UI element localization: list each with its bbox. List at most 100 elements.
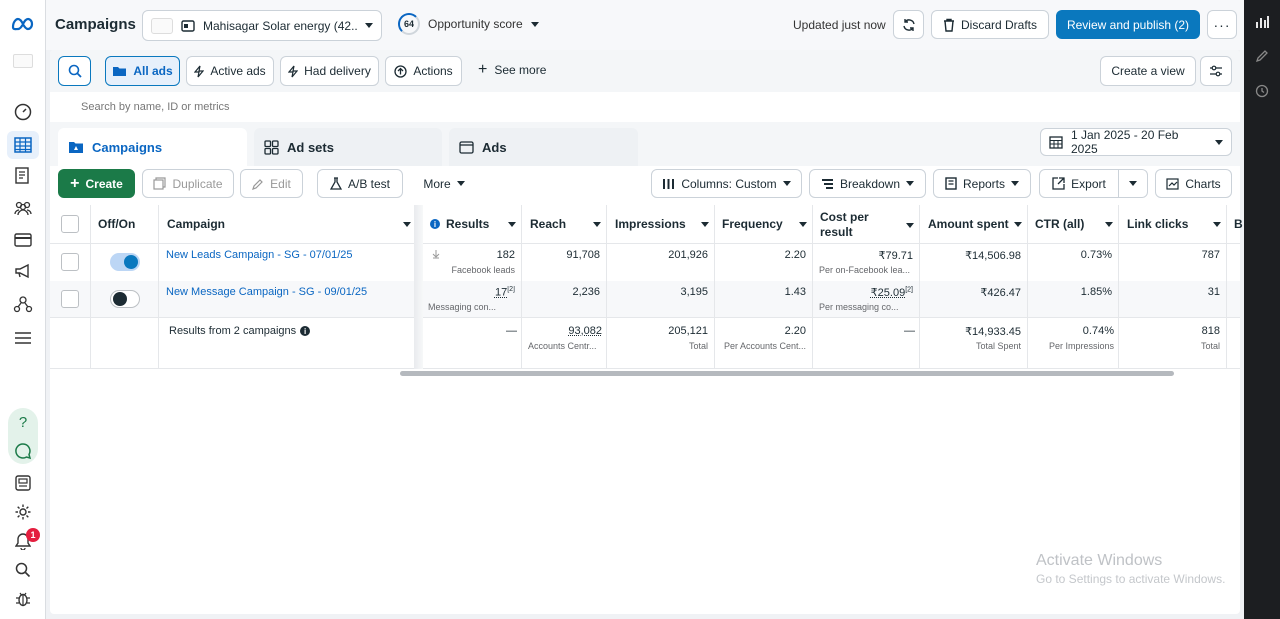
tab-campaigns-label: Campaigns	[92, 139, 163, 155]
billing-card-icon[interactable]	[7, 226, 39, 254]
export-options-button[interactable]	[1118, 169, 1148, 198]
discard-drafts-button[interactable]: Discard Drafts	[931, 10, 1049, 39]
columns-label: Columns: Custom	[681, 176, 777, 191]
horizontal-scrollbar[interactable]	[400, 371, 1174, 376]
header-amount-spent[interactable]: Amount spent	[928, 217, 1022, 231]
account-name: Mahisagar Solar energy (42...	[203, 18, 357, 33]
reports-label: Reports	[962, 176, 1006, 191]
header-ctr[interactable]: CTR (all)	[1035, 217, 1113, 231]
totals-ctr-type: Per Impressions	[1048, 341, 1114, 351]
header-results-label: Results	[446, 217, 490, 231]
campaign-name-link[interactable]: New Message Campaign - SG - 09/01/25	[166, 286, 367, 298]
row-frequency: 2.20	[784, 249, 806, 261]
export-button[interactable]: Export	[1039, 169, 1119, 198]
history-clock-icon[interactable]	[1254, 83, 1270, 99]
breakdown-button[interactable]: Breakdown	[809, 169, 926, 198]
row-cost-note: [2]	[905, 286, 913, 294]
ab-test-button[interactable]: A/B test	[317, 169, 403, 198]
totals-impressions-type: Total	[688, 341, 708, 351]
more-button[interactable]: More	[412, 169, 476, 198]
more-dots-icon: ···	[1213, 16, 1231, 33]
header-impressions-label: Impressions	[615, 217, 686, 231]
search-input[interactable]	[58, 93, 1231, 121]
opportunity-score[interactable]: 64 Opportunity score	[398, 13, 539, 35]
report-bug-icon[interactable]	[7, 585, 39, 613]
date-range-picker[interactable]: 1 Jan 2025 - 20 Feb 2025	[1040, 128, 1232, 156]
row-checkbox[interactable]	[61, 253, 79, 271]
opportunity-score-label: Opportunity score	[428, 17, 523, 31]
header-results[interactable]: i Results	[430, 217, 516, 231]
view-settings-button[interactable]	[1200, 56, 1232, 86]
trash-icon	[943, 18, 955, 32]
lightning-icon	[194, 65, 205, 78]
row-cost-type: Per messaging co...	[819, 302, 899, 312]
business-settings-icon[interactable]	[7, 290, 39, 318]
totals-reach-type: Accounts Centr...	[528, 341, 597, 351]
header-link-clicks[interactable]: Link clicks	[1127, 217, 1221, 231]
all-ads-filter[interactable]: All ads	[105, 56, 180, 86]
plus-icon: +	[70, 174, 80, 192]
create-button[interactable]: + Create	[58, 169, 135, 198]
tab-ad-sets[interactable]: Ad sets	[254, 128, 442, 166]
totals-label: Results from 2 campaigns i	[169, 325, 311, 337]
header-cost-per-result[interactable]: Cost per result	[820, 210, 914, 240]
sliders-icon	[1209, 65, 1223, 77]
reports-button[interactable]: Reports	[933, 169, 1031, 198]
overview-gauge-icon[interactable]	[7, 98, 39, 126]
row-results-type: Facebook leads	[451, 265, 515, 275]
tab-ads[interactable]: Ads	[449, 128, 638, 166]
header-amount-label: Amount spent	[928, 217, 1009, 231]
meta-logo-icon[interactable]	[7, 10, 39, 38]
refresh-button[interactable]	[893, 10, 924, 39]
events-manager-icon[interactable]	[7, 469, 39, 497]
settings-gear-icon[interactable]	[7, 498, 39, 526]
level-tabs: Campaigns Ad sets Ads 1 Jan 2025 - 20 Fe…	[50, 122, 1240, 166]
campaign-name-link[interactable]: New Leads Campaign - SG - 07/01/25	[166, 249, 353, 261]
actions-filter[interactable]: Actions	[385, 56, 462, 86]
header-ctr-label: CTR (all)	[1035, 217, 1085, 231]
header-reach[interactable]: Reach	[530, 217, 601, 231]
select-all-checkbox[interactable]	[61, 215, 79, 233]
account-selector[interactable]: Mahisagar Solar energy (42...	[142, 10, 382, 41]
active-ads-filter[interactable]: Active ads	[186, 56, 274, 86]
account-logo-icon[interactable]	[7, 47, 39, 75]
chevron-down-icon	[456, 181, 465, 186]
search-toggle-button[interactable]	[58, 56, 91, 86]
create-view-button[interactable]: Create a view	[1100, 56, 1196, 86]
columns-icon	[662, 178, 675, 190]
edit-pencil-icon[interactable]	[1254, 48, 1270, 64]
info-icon[interactable]: i	[300, 326, 311, 336]
bar-chart-icon[interactable]	[1254, 14, 1270, 30]
see-more-button[interactable]: + See more	[478, 62, 546, 78]
header-frequency[interactable]: Frequency	[722, 217, 807, 231]
search-icon[interactable]	[7, 556, 39, 584]
ads-manager-table-icon[interactable]	[7, 131, 39, 159]
lightning-icon	[288, 65, 299, 78]
charts-button[interactable]: Charts	[1155, 169, 1232, 198]
header-impressions[interactable]: Impressions	[615, 217, 709, 231]
row-results-cell: 17[2]	[430, 286, 515, 299]
chat-bubble-icon[interactable]	[7, 437, 39, 465]
totals-cost: —	[904, 325, 915, 337]
edit-button[interactable]: Edit	[240, 169, 303, 198]
help-icon[interactable]: ?	[7, 408, 39, 436]
audiences-icon[interactable]	[7, 194, 39, 222]
campaign-megaphone-icon[interactable]	[7, 257, 39, 285]
campaign-toggle[interactable]	[110, 290, 140, 308]
updated-status: Updated just now	[793, 18, 886, 32]
columns-button[interactable]: Columns: Custom	[651, 169, 802, 198]
had-delivery-filter[interactable]: Had delivery	[280, 56, 379, 86]
row-checkbox[interactable]	[61, 290, 79, 308]
pages-icon[interactable]	[7, 162, 39, 190]
review-publish-button[interactable]: Review and publish (2)	[1056, 10, 1200, 39]
campaign-toggle[interactable]	[110, 253, 140, 271]
more-options-button[interactable]: ···	[1207, 10, 1237, 39]
charts-label: Charts	[1185, 176, 1221, 191]
all-tools-menu-icon[interactable]	[7, 324, 39, 352]
row-cost-type: Per on-Facebook lea...	[819, 265, 911, 275]
chevron-down-icon	[906, 181, 915, 186]
header-campaign[interactable]: Campaign	[167, 217, 411, 231]
sort-caret-icon	[403, 221, 411, 227]
tab-campaigns[interactable]: Campaigns	[58, 128, 247, 166]
duplicate-button[interactable]: Duplicate	[142, 169, 234, 198]
